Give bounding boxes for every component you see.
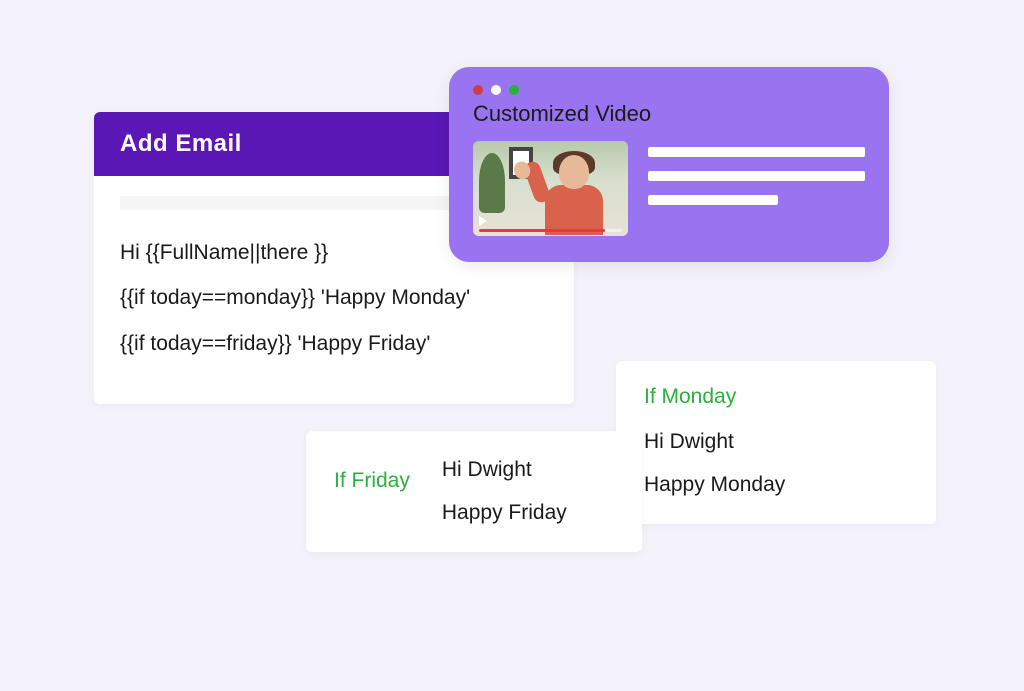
result-greeting: Hi Dwight: [442, 455, 567, 484]
email-card-title: Add Email: [120, 130, 242, 157]
head-illustration: [559, 155, 589, 189]
condition-label: If Monday: [644, 385, 908, 409]
result-message: Happy Friday: [442, 498, 567, 527]
video-content-row: [473, 141, 865, 236]
result-message: Happy Monday: [644, 470, 908, 499]
email-template-line: {{if today==monday}} 'Happy Monday': [120, 283, 548, 312]
video-card-title: Customized Video: [473, 101, 865, 127]
video-description-placeholder: [648, 141, 865, 219]
video-progress-bar[interactable]: [479, 229, 622, 232]
email-template-line: {{if today==friday}} 'Happy Friday': [120, 329, 548, 358]
condition-label: If Friday: [334, 455, 410, 493]
text-placeholder-line: [648, 195, 778, 205]
result-monday-card: If Monday Hi Dwight Happy Monday: [616, 361, 936, 524]
person-waving-illustration: [535, 153, 615, 233]
text-placeholder-line: [648, 171, 865, 181]
result-greeting: Hi Dwight: [644, 427, 908, 456]
close-dot-icon[interactable]: [473, 85, 483, 95]
torso-illustration: [545, 185, 603, 235]
maximize-dot-icon[interactable]: [509, 85, 519, 95]
result-friday-texts: Hi Dwight Happy Friday: [442, 455, 567, 528]
result-friday-card: If Friday Hi Dwight Happy Friday: [306, 431, 642, 552]
video-thumbnail[interactable]: [473, 141, 628, 236]
customized-video-card: Customized Video: [449, 67, 889, 262]
play-icon[interactable]: [479, 216, 487, 226]
minimize-dot-icon[interactable]: [491, 85, 501, 95]
video-progress-fill: [479, 229, 605, 232]
window-controls: [473, 85, 865, 95]
text-placeholder-line: [648, 147, 865, 157]
plant-decoration: [479, 153, 505, 213]
